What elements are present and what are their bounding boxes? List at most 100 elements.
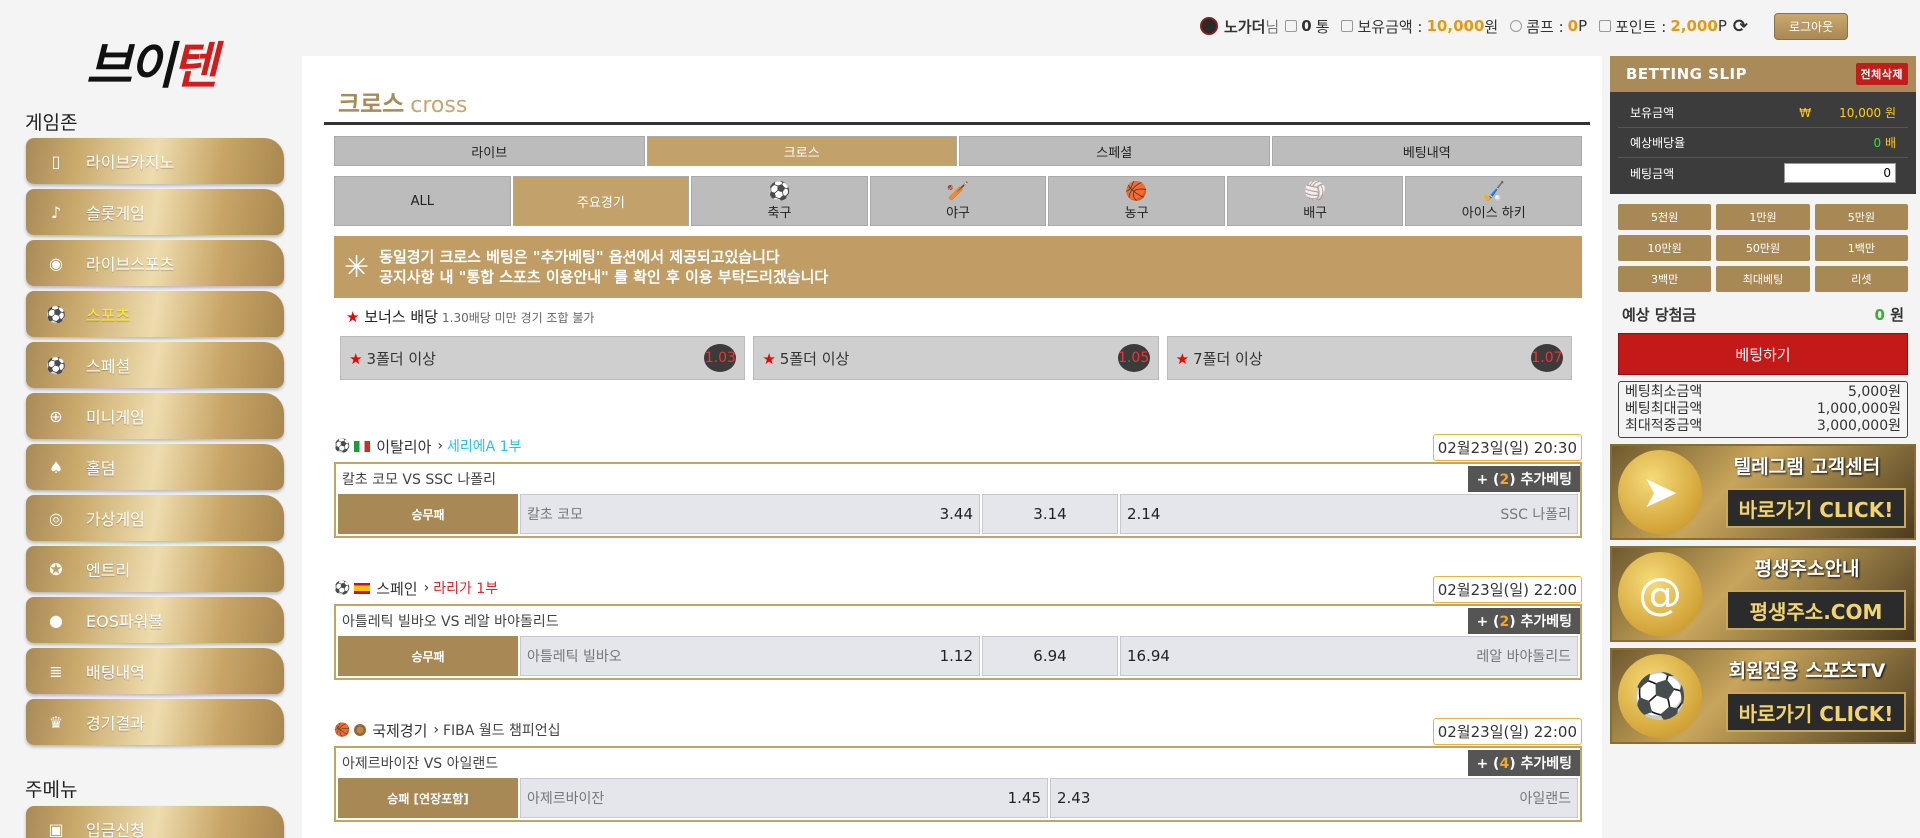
sidebar-item[interactable]: ♠ 홀덤 [26,444,284,490]
promo-banners: ➤ 텔레그램 고객센터 바로가기 CLICK! @ 평생주소안내 평생주소.COM ⚽ 회원전… [1610,444,1916,744]
extra-bet-button[interactable]: + (4) 추가베팅 [1468,750,1580,776]
tab[interactable]: 라이브 [334,136,645,166]
odd-draw[interactable]: 6.94 [982,636,1118,676]
logout-button[interactable]: 로그아웃 [1773,12,1849,40]
match-card: 🏀 국제경기 › FIBA 월드 챔피언십 02월23일(일) 22:00 아제르바이잔 … [334,718,1582,822]
place-bet-button[interactable]: 베팅하기 [1618,333,1908,375]
amount-chip-button[interactable]: 10만원 [1618,235,1712,261]
amount-chip-button[interactable]: 리셋 [1814,266,1908,292]
extra-count: 4 [1499,756,1510,772]
odd-home[interactable]: 칼초 코모 3.44 [520,494,980,534]
logo-part2: 텐 [172,37,218,95]
slip-bet-label: 베팅금액 [1630,166,1675,181]
amount-chip-button[interactable]: 5천원 [1618,204,1712,230]
soccer-icon: ⚽ [46,304,66,324]
match-card: ⚽ 스페인 › 라리가 1부 02월23일(일) 22:00 아틀레틱 빌바오 VS 레알… [334,576,1582,680]
match-league: 라리가 1부 [433,581,499,597]
amount-chip-button[interactable]: 50만원 [1716,235,1810,261]
sidebar-item[interactable]: ⚽ 스포츠 [26,291,284,337]
away-team: 아일랜드 [1519,791,1571,807]
extra-bet-button[interactable]: + (2) 추가베팅 [1468,466,1580,492]
sport-tab-label: 축구 [767,205,792,221]
match-title-row: 칼초 코모 VS SSC 나폴리 + (2) 추가베팅 [336,464,1580,494]
banner-button: 평생주소.COM [1726,590,1906,630]
balance-unit: 원 [1484,17,1499,36]
site-logo[interactable]: 브이텐 [86,26,218,98]
refresh-icon[interactable]: ⟳ [1733,16,1748,37]
banner-title: 회원전용 스포츠TV [1728,660,1886,682]
sport-tab[interactable]: ALL [334,176,511,226]
slip-odds-value: 0 [1873,136,1882,150]
tab[interactable]: 베팅내역 [1271,136,1582,166]
amount-chip-button[interactable]: 5만원 [1814,204,1908,230]
draw-odds: 3.14 [1033,505,1067,523]
star-icon: ★ [1175,349,1190,368]
sport-tab[interactable]: 🏏 야구 [869,176,1047,226]
user-info[interactable]: 노가더 님 0통 [1200,16,1329,37]
odd-home[interactable]: 아제르바이잔 1.45 [520,778,1048,818]
banner-button: 바로가기 CLICK! [1726,692,1906,732]
away-team: 레알 바야돌리드 [1476,649,1571,665]
clear-all-button[interactable]: 전체삭제 [1855,63,1908,85]
sport-tab[interactable]: 🏐 배구 [1226,176,1404,226]
sidebar-item[interactable]: ▣ 입금신청 [26,806,284,838]
amount-chip-button[interactable]: 1만원 [1716,204,1810,230]
sports-tv-banner[interactable]: ⚽ 회원전용 스포츠TV 바로가기 CLICK! [1610,648,1916,744]
mail-icon[interactable] [1285,20,1298,32]
notice-line-1: 동일경기 크로스 베팅은 "추가베팅" 옵션에서 제공되고있습니다 [379,248,780,266]
odd-away[interactable]: 2.43 아일랜드 [1050,778,1578,818]
sidebar-item[interactable]: ⊕ 미니게임 [26,393,284,439]
bonus-option[interactable]: ★ 3폴더 이상 1.03 [340,336,746,380]
tab[interactable]: 스페셜 [959,136,1270,166]
sidebar-item[interactable]: ≣ 배팅내역 [26,648,284,694]
sidebar-item[interactable]: ♪ 슬롯게임 [26,189,284,235]
slip-balance-label: 보유금액 [1630,106,1675,120]
telegram-banner[interactable]: ➤ 텔레그램 고객센터 바로가기 CLICK! [1610,444,1916,540]
amount-chip-button[interactable]: 3백만 [1618,266,1712,292]
limit-row: 베팅최대금액 1,000,000원 [1625,401,1901,418]
entry-icon: ✪ [49,559,63,579]
sport-icon: ⚽ [768,180,791,202]
sidebar-item[interactable]: ✪ 엔트리 [26,546,284,592]
bet-amount-input[interactable] [1784,163,1896,183]
sidebar-item[interactable]: ◉ 라이브스포츠 [26,240,284,286]
sport-tab-label: 배구 [1303,205,1328,221]
sport-ball-icon: 🏀 [334,722,351,738]
extra-prefix: + ( [1476,472,1500,488]
market-type: 승패 [연장포함] [338,778,518,818]
tab[interactable]: 크로스 [646,136,957,166]
sport-tab[interactable]: ⚽ 축구 [691,176,868,226]
sport-tab-label: 주요경기 [576,195,625,211]
away-odds: 2.43 [1057,789,1091,807]
expected-value: 0 [1874,306,1885,324]
sidebar-item[interactable]: ▯ 라이브카지노 [26,138,284,184]
limit-value: 5,000원 [1848,384,1901,400]
odd-away[interactable]: 2.14 SSC 나폴리 [1120,494,1578,534]
market-type: 승무패 [338,636,518,676]
points-info: 포인트 : 2,000 P ⟳ [1599,16,1748,37]
sidebar-item[interactable]: ◎ 가상게임 [26,495,284,541]
amount-chip-button[interactable]: 1백만 [1814,235,1908,261]
bonus-option[interactable]: ★ 7폴더 이상 1.07 [1166,336,1572,380]
betting-slip: BETTING SLIP 전체삭제 보유금액 ₩10,000 원 예상배당율 0… [1610,56,1916,744]
odd-draw[interactable]: 3.14 [982,494,1118,534]
match-header: ⚽ 스페인 › 라리가 1부 02월23일(일) 22:00 [334,576,1582,603]
live-icon: ◉ [49,253,63,273]
sport-tab[interactable]: 🏑 아이스 하키 [1405,176,1583,226]
sidebar-item[interactable]: ⚽ 스페셜 [26,342,284,388]
amount-chip-button[interactable]: 최대베팅 [1716,266,1810,292]
match-box: 아틀레틱 빌바오 VS 레알 바야돌리드 + (2) 추가베팅 승무패 아틀레틱 빌바… [334,604,1582,680]
sport-tab[interactable]: 주요경기 [512,176,690,226]
limit-label: 베팅최소금액 [1625,384,1703,400]
odd-home[interactable]: 아틀레틱 빌바오 1.12 [520,636,980,676]
extra-bet-button[interactable]: + (2) 추가베팅 [1468,608,1580,634]
soccer-icon: ⚽ [46,355,66,375]
slip-odds-row: 예상배당율 0 배 [1618,128,1908,158]
odd-away[interactable]: 16.94 레알 바야돌리드 [1120,636,1578,676]
vr-icon: ◎ [49,508,63,528]
sport-tab[interactable]: 🏀 농구 [1048,176,1225,226]
address-banner[interactable]: @ 평생주소안내 평생주소.COM [1610,546,1916,642]
sidebar-item[interactable]: ● EOS파워볼 [26,597,284,643]
sidebar-item[interactable]: ♛ 경기결과 [26,699,284,745]
bonus-option[interactable]: ★ 5폴더 이상 1.05 [753,336,1159,380]
